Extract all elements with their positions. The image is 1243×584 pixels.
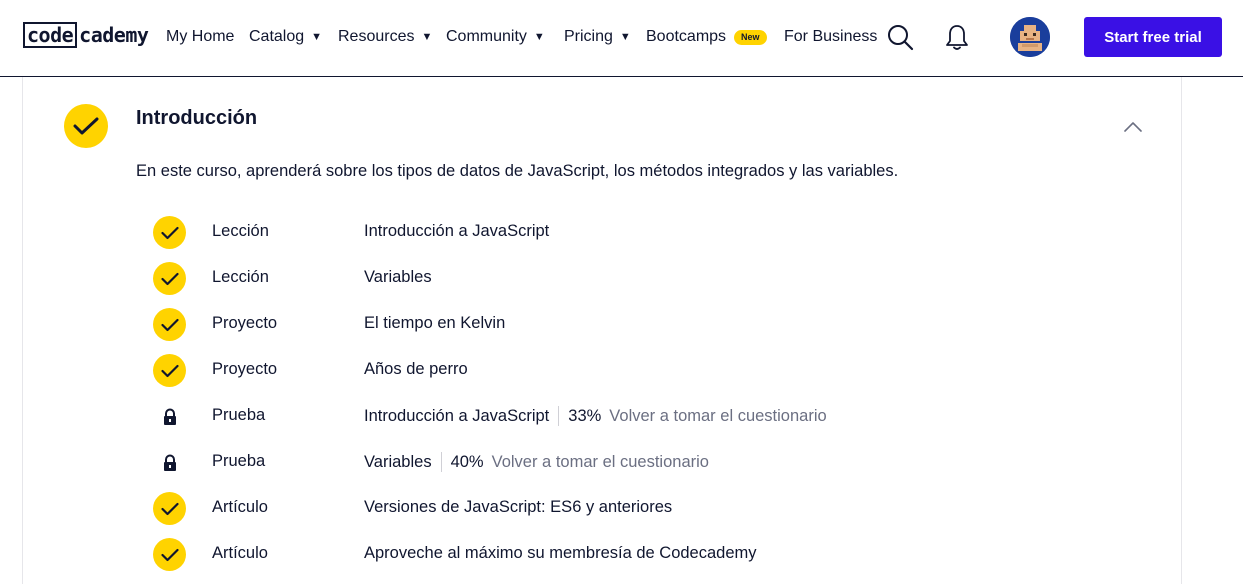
item-link[interactable]: Versiones de JavaScript: ES6 y anteriore… [364, 498, 672, 517]
codecademy-logo[interactable]: code cademy [23, 21, 149, 49]
chevron-down-icon: ▼ [311, 31, 323, 43]
list-item[interactable]: Proyecto El tiempo en Kelvin [0, 304, 1243, 350]
item-type: Prueba [212, 452, 266, 470]
module-complete-check-icon [64, 104, 108, 148]
module-description: En este curso, aprenderá sobre los tipos… [136, 162, 899, 180]
logo-text: cademy [79, 23, 149, 47]
item-name: El tiempo en Kelvin [364, 314, 506, 332]
item-type: Proyecto [212, 314, 278, 332]
item-type: Artículo [212, 544, 268, 562]
chevron-down-icon: ▼ [619, 31, 631, 43]
nav-resources-label: Resources [338, 28, 415, 45]
check-icon [153, 354, 186, 387]
nav-bootcamps-label: Bootcamps [646, 28, 727, 45]
chevron-up-icon[interactable] [1122, 116, 1144, 138]
item-link[interactable]: El tiempo en Kelvin [364, 314, 505, 333]
list-item[interactable]: Artículo Versiones de JavaScript: ES6 y … [0, 488, 1243, 534]
item-name: Versiones de JavaScript: ES6 y anteriore… [364, 498, 673, 516]
avatar[interactable] [1010, 17, 1050, 57]
item-link[interactable]: Aproveche al máximo su membresía de Code… [364, 544, 757, 563]
item-type: Prueba [212, 406, 266, 424]
nav-catalog[interactable]: Catalog ▼ [249, 25, 322, 49]
nav-my-home[interactable]: My Home [166, 25, 234, 49]
chevron-down-icon: ▼ [533, 31, 545, 43]
divider [558, 406, 560, 426]
item-link[interactable]: Variables 40% Volver a tomar el cuestion… [364, 452, 709, 472]
list-item[interactable]: Artículo Aproveche al máximo su membresí… [0, 534, 1243, 580]
top-navigation-bar: code cademy My Home Catalog ▼ Resources ▼ C… [0, 0, 1243, 77]
item-link[interactable]: Introducción a JavaScript 33% Volver a t… [364, 406, 827, 426]
list-item[interactable]: Prueba Introducción a JavaScript 33% Vol… [0, 396, 1243, 442]
retake-quiz-link[interactable]: Volver a tomar el cuestionario [609, 407, 826, 426]
module-title: Introducción [136, 107, 258, 129]
check-icon [153, 538, 186, 571]
item-type: Proyecto [212, 360, 278, 378]
nav-community-label: Community [446, 28, 527, 45]
divider [440, 452, 442, 472]
nav-my-home-label: My Home [166, 28, 235, 45]
nav-pricing[interactable]: Pricing ▼ [564, 25, 631, 49]
item-link[interactable]: Variables [364, 268, 432, 287]
item-link[interactable]: Años de perro [364, 360, 468, 379]
item-type: Lección [212, 222, 269, 240]
nav-resources[interactable]: Resources ▼ [338, 25, 432, 49]
nav-bootcamps[interactable]: Bootcamps New [646, 25, 767, 49]
new-badge: New [734, 29, 767, 45]
check-icon [153, 262, 186, 295]
item-name: Aproveche al máximo su membresía de Code… [364, 544, 757, 562]
check-icon [153, 492, 186, 525]
retake-quiz-link[interactable]: Volver a tomar el cuestionario [492, 453, 709, 472]
quiz-score: 40% [450, 452, 484, 471]
item-type: Lección [212, 268, 269, 286]
check-icon [153, 308, 186, 341]
logo-code-box: code [23, 22, 78, 48]
nav-pricing-label: Pricing [564, 28, 613, 45]
search-icon[interactable] [886, 23, 914, 51]
list-item[interactable]: Proyecto Años de perro [0, 350, 1243, 396]
item-name: Variables [364, 452, 432, 471]
lock-icon [153, 446, 186, 479]
start-free-trial-button[interactable]: Start free trial [1084, 17, 1222, 57]
item-type: Artículo [212, 498, 268, 516]
list-item[interactable]: Prueba Variables 40% Volver a tomar el c… [0, 442, 1243, 488]
nav-for-business-label: For Business [784, 28, 878, 45]
nav-community[interactable]: Community ▼ [446, 25, 545, 49]
nav-catalog-label: Catalog [249, 28, 305, 45]
list-item[interactable]: Lección Variables [0, 258, 1243, 304]
item-name: Introducción a JavaScript [364, 222, 550, 240]
quiz-score: 33% [568, 406, 602, 425]
nav-for-business[interactable]: For Business [784, 25, 877, 49]
item-name: Años de perro [364, 360, 468, 378]
lock-icon [153, 400, 186, 433]
check-icon [153, 216, 186, 249]
item-link[interactable]: Introducción a JavaScript [364, 222, 549, 241]
list-item[interactable]: Lección Introducción a JavaScript [0, 212, 1243, 258]
item-name: Variables [364, 268, 432, 286]
chevron-down-icon: ▼ [421, 31, 433, 43]
bell-icon[interactable] [943, 23, 971, 51]
item-name: Introducción a JavaScript [364, 406, 550, 425]
